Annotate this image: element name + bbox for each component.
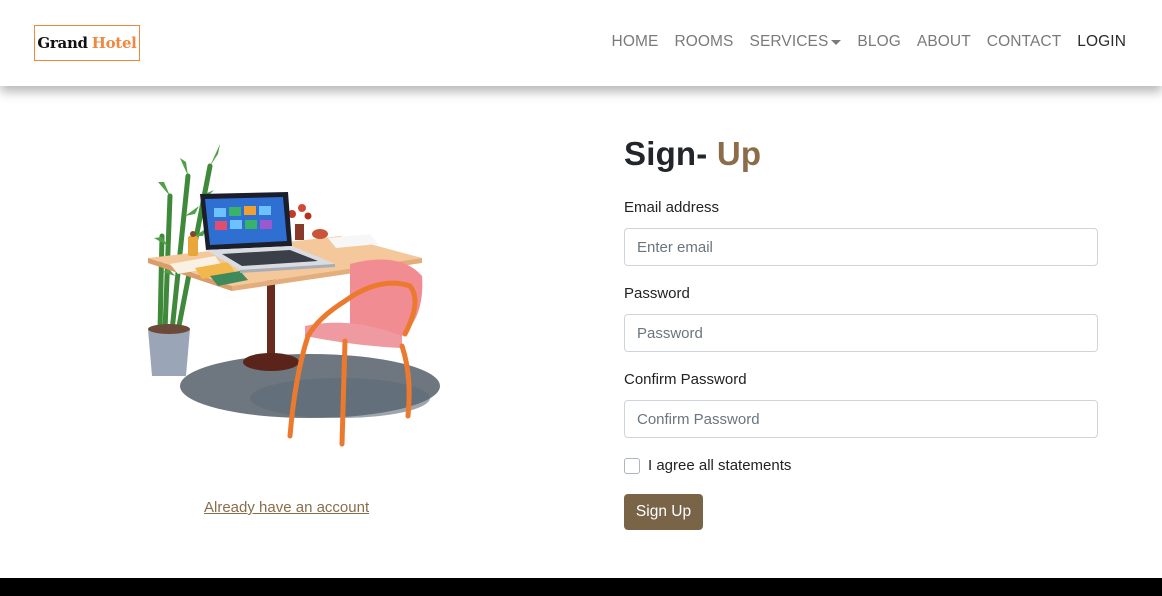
nav-home[interactable]: HOME [612,33,659,51]
brand-name-part2: Hotel [91,34,137,52]
brand-name-part1: Grand [37,34,88,52]
top-navbar: Grand Hotel HOME ROOMS SERVICES BLOG ABO… [0,0,1162,86]
email-label: Email address [624,199,720,216]
brand-logo[interactable]: Grand Hotel [34,25,140,61]
nav-contact-label: CONTACT [986,33,1062,50]
confirm-password-label: Confirm Password [624,371,747,388]
email-field[interactable] [624,228,1098,266]
nav-rooms[interactable]: ROOMS [674,33,733,51]
sign-up-button[interactable]: Sign Up [624,494,703,530]
page-title: Sign- Up [624,135,761,173]
already-have-account-link[interactable]: Already have an account [204,499,369,516]
password-field[interactable] [624,314,1098,352]
desk-workspace-illustration [148,144,440,447]
agree-label: I agree all statements [648,457,792,474]
footer-bar [0,578,1162,596]
nav-about-label: ABOUT [916,33,971,50]
password-label: Password [624,285,690,302]
agree-checkbox[interactable] [624,458,640,474]
nav-contact[interactable]: CONTACT [987,33,1061,51]
page-title-part1: Sign- [624,135,708,172]
nav-login-label: LOGIN [1077,33,1126,50]
nav-login[interactable]: LOGIN [1077,33,1126,51]
nav-blog[interactable]: BLOG [857,33,900,51]
nav-rooms-label: ROOMS [674,33,734,50]
nav-services-label: SERVICES [749,33,829,50]
page-title-part2: Up [716,135,762,172]
nav-about[interactable]: ABOUT [917,33,971,51]
nav-links: HOME ROOMS SERVICES BLOG ABOUT CONTACT L… [596,33,1126,51]
caret-down-icon [831,40,842,45]
nav-services-dropdown[interactable]: SERVICES [750,33,842,51]
nav-blog-label: BLOG [857,33,901,50]
nav-home-label: HOME [611,33,659,50]
confirm-password-field[interactable] [624,400,1098,438]
